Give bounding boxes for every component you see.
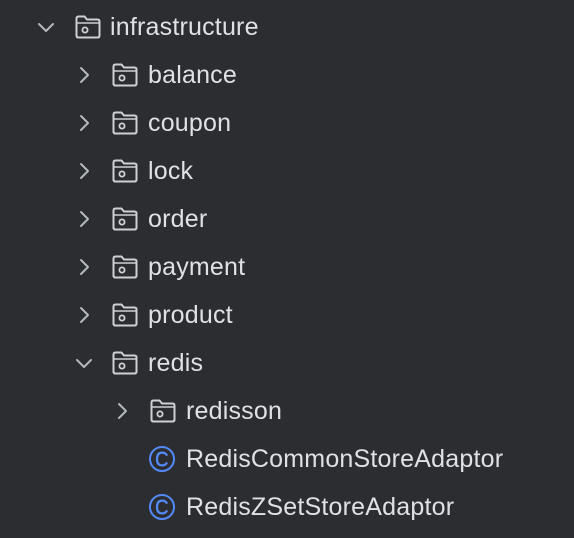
package-folder-icon bbox=[111, 62, 139, 88]
tree-node-label: infrastructure bbox=[110, 13, 259, 41]
chevron-right-icon[interactable] bbox=[73, 112, 95, 134]
chevron-right-icon[interactable] bbox=[73, 64, 95, 86]
chevron-down-icon[interactable] bbox=[73, 352, 95, 374]
tree-node-balance[interactable]: balance bbox=[0, 51, 574, 99]
class-icon bbox=[148, 493, 176, 521]
chevron-right-icon[interactable] bbox=[73, 160, 95, 182]
package-folder-icon bbox=[149, 398, 177, 424]
tree-node-rediszsetstoreadaptor[interactable]: RedisZSetStoreAdaptor bbox=[0, 483, 574, 531]
chevron-right-icon[interactable] bbox=[73, 208, 95, 230]
tree-node-label: lock bbox=[148, 157, 194, 185]
package-folder-icon bbox=[111, 158, 139, 184]
package-folder-icon bbox=[111, 302, 139, 328]
chevron-down-icon[interactable] bbox=[35, 16, 57, 38]
tree-node-coupon[interactable]: coupon bbox=[0, 99, 574, 147]
tree-node-label: redisson bbox=[186, 397, 283, 425]
package-folder-icon bbox=[74, 14, 102, 40]
tree-node-rediscommonstoreadaptor[interactable]: RedisCommonStoreAdaptor bbox=[0, 435, 574, 483]
tree-node-label: balance bbox=[148, 61, 237, 89]
package-folder-icon bbox=[111, 206, 139, 232]
tree-node-label: payment bbox=[148, 253, 246, 281]
tree-node-label: order bbox=[148, 205, 208, 233]
tree-node-label: redis bbox=[148, 349, 204, 377]
tree-node-order[interactable]: order bbox=[0, 195, 574, 243]
chevron-right-icon[interactable] bbox=[111, 400, 133, 422]
tree-node-label: product bbox=[148, 301, 233, 329]
tree-node-product[interactable]: product bbox=[0, 291, 574, 339]
package-folder-icon bbox=[111, 110, 139, 136]
tree-node-payment[interactable]: payment bbox=[0, 243, 574, 291]
chevron-right-icon[interactable] bbox=[73, 304, 95, 326]
tree-node-label: RedisZSetStoreAdaptor bbox=[186, 493, 455, 521]
tree-node-lock[interactable]: lock bbox=[0, 147, 574, 195]
package-folder-icon bbox=[111, 254, 139, 280]
tree-node-label: coupon bbox=[148, 109, 232, 137]
package-folder-icon bbox=[111, 350, 139, 376]
project-tree: infrastructure balance coupon lock order… bbox=[0, 0, 574, 538]
tree-node-redisson[interactable]: redisson bbox=[0, 387, 574, 435]
tree-node-label: RedisCommonStoreAdaptor bbox=[186, 445, 504, 473]
tree-node-infrastructure[interactable]: infrastructure bbox=[0, 3, 574, 51]
tree-node-redis[interactable]: redis bbox=[0, 339, 574, 387]
chevron-right-icon[interactable] bbox=[73, 256, 95, 278]
class-icon bbox=[148, 445, 176, 473]
